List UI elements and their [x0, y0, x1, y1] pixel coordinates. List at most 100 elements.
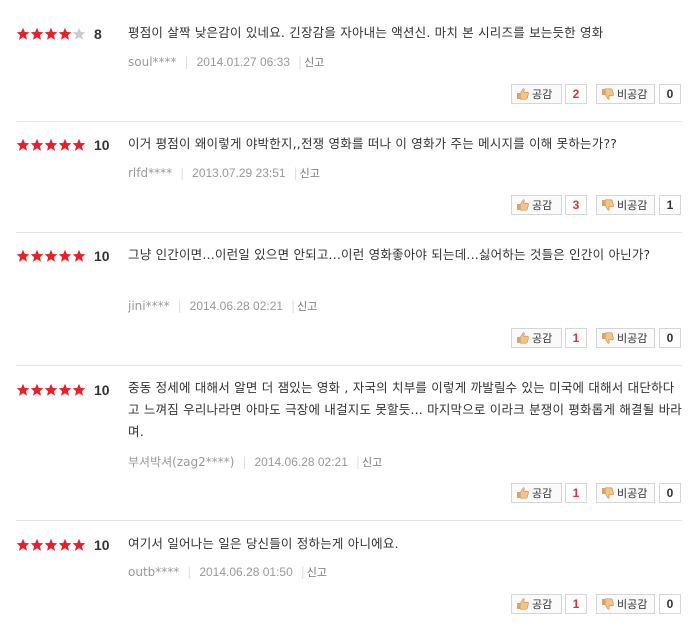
- disagree-label: 비공감: [617, 487, 648, 500]
- star-icon: [58, 538, 72, 552]
- report-link[interactable]: 신고: [362, 456, 382, 469]
- agree-label: 공감: [532, 332, 553, 345]
- meta-separator: |: [293, 166, 298, 180]
- agree-count: 1: [565, 483, 587, 503]
- agree-button[interactable]: 공감: [511, 195, 562, 215]
- agree-button[interactable]: 공감: [511, 84, 562, 104]
- thumbs-up-icon: [516, 486, 530, 500]
- disagree-count: 0: [659, 328, 681, 348]
- review-score: 10: [94, 537, 110, 553]
- agree-count: 1: [565, 328, 587, 348]
- star-icon: [16, 249, 30, 263]
- review-meta: outb**** | 2014.06.28 01:50 | 신고: [128, 564, 327, 580]
- star-icon: [72, 249, 86, 263]
- report-link[interactable]: 신고: [304, 56, 324, 69]
- star-icon: [44, 249, 58, 263]
- review-user[interactable]: soul****: [128, 55, 177, 69]
- star-rating: [16, 249, 86, 263]
- star-icon: [58, 138, 72, 152]
- star-icon: [30, 27, 44, 41]
- agree-button[interactable]: 공감: [511, 594, 562, 614]
- agree-button[interactable]: 공감: [511, 328, 562, 348]
- disagree-button[interactable]: 비공감: [596, 328, 655, 348]
- star-icon: [16, 27, 30, 41]
- disagree-count: 1: [659, 195, 681, 215]
- star-icon: [44, 383, 58, 397]
- report-link[interactable]: 신고: [300, 167, 320, 180]
- disagree-button[interactable]: 비공감: [596, 594, 655, 614]
- meta-separator: |: [180, 166, 185, 180]
- star-icon: [72, 138, 86, 152]
- thumbs-up-icon: [516, 87, 530, 101]
- review-text: 그냥 인간이면...이런일 있으면 안되고...이런 영화좋아야 되는데...싫…: [128, 247, 651, 262]
- review-user[interactable]: 부셔박셔(zag2****): [128, 455, 234, 469]
- disagree-count: 0: [659, 483, 681, 503]
- star-rating: [16, 27, 86, 41]
- agree-count: 3: [565, 195, 587, 215]
- review-date: 2014.01.27 06:33: [196, 55, 291, 69]
- divider: [16, 232, 682, 233]
- agree-label: 공감: [532, 487, 553, 500]
- disagree-button[interactable]: 비공감: [596, 483, 655, 503]
- review-meta: rlfd**** | 2013.07.29 23:51 | 신고: [128, 165, 320, 181]
- review-score: 10: [94, 248, 110, 264]
- thumbs-down-icon: [601, 87, 615, 101]
- star-rating: [16, 383, 86, 397]
- review-text: 평점이 살짝 낮은감이 있네요. 긴장감을 자아내는 액션신. 마치 본 시리즈…: [128, 25, 604, 40]
- agree-count: 2: [565, 84, 587, 104]
- meta-separator: |: [242, 455, 247, 469]
- disagree-button[interactable]: 비공감: [596, 84, 655, 104]
- disagree-count: 0: [659, 594, 681, 614]
- review-user[interactable]: outb****: [128, 565, 179, 579]
- meta-separator: |: [177, 299, 182, 313]
- divider: [16, 365, 682, 366]
- divider: [16, 520, 682, 521]
- agree-count: 1: [565, 594, 587, 614]
- review-date: 2014.06.28 02:21: [189, 299, 284, 313]
- star-icon: [16, 138, 30, 152]
- star-icon: [44, 138, 58, 152]
- thumbs-down-icon: [601, 198, 615, 212]
- thumbs-down-icon: [601, 486, 615, 500]
- disagree-label: 비공감: [617, 332, 648, 345]
- star-icon: [16, 538, 30, 552]
- review-date: 2014.06.28 01:50: [199, 565, 293, 579]
- review-date: 2014.06.28 02:21: [254, 455, 348, 469]
- star-icon: [30, 383, 44, 397]
- review-user[interactable]: rlfd****: [128, 166, 172, 180]
- meta-separator: |: [187, 565, 192, 579]
- star-icon: [30, 249, 44, 263]
- star-icon: [58, 27, 72, 41]
- disagree-label: 비공감: [617, 199, 648, 212]
- review-meta: jini**** | 2014.06.28 02:21 | 신고: [128, 298, 317, 314]
- agree-button[interactable]: 공감: [511, 483, 562, 503]
- meta-separator: |: [184, 55, 189, 69]
- meta-separator: |: [291, 299, 296, 313]
- star-icon: [16, 383, 30, 397]
- divider: [16, 121, 682, 122]
- report-link[interactable]: 신고: [297, 300, 317, 313]
- review-score: 10: [94, 137, 110, 153]
- disagree-label: 비공감: [617, 88, 648, 101]
- meta-separator: |: [300, 565, 305, 579]
- star-icon: [72, 383, 86, 397]
- review-text: 여기서 일어나는 일은 당신들이 정하는게 아니에요.: [128, 536, 399, 551]
- review-score: 10: [94, 382, 110, 398]
- review-text: 이거 평점이 왜이렇게 야박한지,,전쟁 영화를 떠나 이 영화가 주는 메시지…: [128, 136, 618, 151]
- star-icon: [58, 383, 72, 397]
- disagree-button[interactable]: 비공감: [596, 195, 655, 215]
- thumbs-up-icon: [516, 331, 530, 345]
- review-score: 8: [94, 26, 102, 42]
- thumbs-up-icon: [516, 198, 530, 212]
- star-icon: [72, 27, 86, 41]
- thumbs-up-icon: [516, 597, 530, 611]
- meta-separator: |: [298, 55, 303, 69]
- star-icon: [44, 538, 58, 552]
- disagree-count: 0: [659, 84, 681, 104]
- disagree-label: 비공감: [617, 598, 648, 611]
- agree-label: 공감: [532, 598, 553, 611]
- star-icon: [58, 249, 72, 263]
- report-link[interactable]: 신고: [307, 566, 327, 579]
- star-rating: [16, 138, 86, 152]
- review-user[interactable]: jini****: [128, 299, 170, 313]
